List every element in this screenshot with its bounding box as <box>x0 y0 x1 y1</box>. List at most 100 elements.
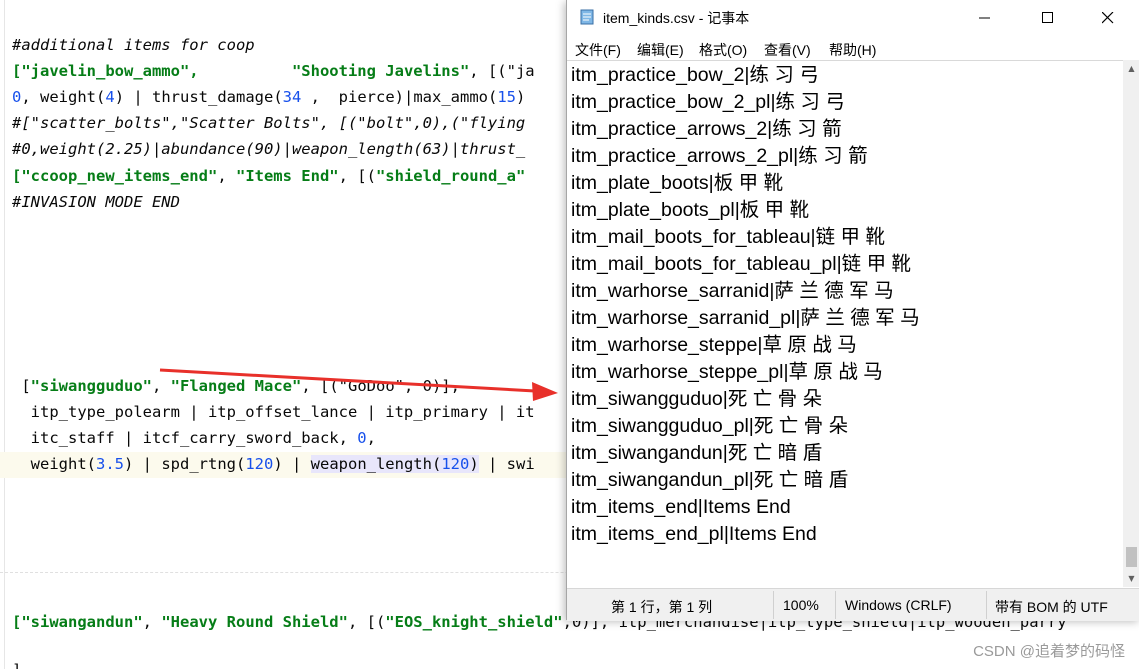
code-text: , [( <box>338 167 376 185</box>
code-string: "Shooting Javelins" <box>291 62 470 80</box>
code-text: ) | thrust_damage( <box>114 88 283 106</box>
code-text: ) | spd_rtng( <box>124 455 246 473</box>
menu-edit[interactable]: 编辑(E) <box>637 40 684 60</box>
text-line: itm_siwangguduo|死 亡 骨 朵 <box>571 388 823 410</box>
cursor-position: 第 1 行，第 1 列 <box>611 599 713 615</box>
selected-text: weapon_length(120) <box>310 455 479 473</box>
code-number: 34 <box>282 88 302 106</box>
code-text: , pierce)|max_ammo( <box>301 88 498 106</box>
code-text: , <box>366 429 376 447</box>
code-line: ["javelin_bow_ammo", "Shooting Javelins"… <box>12 61 535 81</box>
code-string: "Flanged Mace" <box>170 377 302 395</box>
status-divider <box>986 591 987 619</box>
maximize-button[interactable] <box>1025 0 1071 35</box>
code-text: | swi <box>478 455 535 473</box>
text-line: itm_siwangandun|死 亡 暗 盾 <box>571 442 823 464</box>
code-number: 120 <box>441 455 470 473</box>
scroll-thumb[interactable] <box>1126 547 1137 567</box>
code-text: itc_staff | itcf_carry_sword_back, <box>12 429 358 447</box>
code-text: , [("GoDoo", 0)], <box>301 377 460 395</box>
code-comment-line: #0,weight(2.25)|abundance(90)|weapon_len… <box>12 140 526 158</box>
file-encoding: 带有 BOM 的 UTF <box>995 599 1108 615</box>
code-text: , [("ja <box>469 62 535 80</box>
code-comment-line: #INVASION MODE END <box>12 193 180 211</box>
minimize-icon <box>979 17 990 18</box>
code-text: ) <box>469 455 479 473</box>
zoom-level: 100% <box>783 597 819 613</box>
code-number: 120 <box>245 455 274 473</box>
text-line: itm_siwangandun_pl|死 亡 暗 盾 <box>571 469 849 491</box>
gutter-divider <box>4 0 5 669</box>
code-comment-line: #additional items for coop <box>12 36 255 54</box>
code-number: 15 <box>497 88 516 106</box>
code-line: 0, weight(4) | thrust_damage(34 , pierce… <box>12 87 525 107</box>
code-text: , [( <box>347 613 386 631</box>
code-text: , <box>217 167 236 185</box>
menu-view[interactable]: 查看(V) <box>764 40 811 60</box>
code-text: weight( <box>12 455 96 473</box>
text-line: itm_practice_arrows_2_pl|练 习 箭 <box>571 145 868 167</box>
code-text: , weight( <box>21 88 106 106</box>
minimize-button[interactable] <box>962 0 1008 35</box>
text-line: itm_practice_bow_2_pl|练 习 弓 <box>571 91 845 113</box>
menu-help[interactable]: 帮助(H) <box>829 40 876 60</box>
line-ending: Windows (CRLF) <box>845 597 952 613</box>
code-string: "shield_round_a" <box>375 167 526 185</box>
text-line: itm_warhorse_sarranid_pl|萨 兰 德 军 马 <box>571 307 920 329</box>
code-number: 4 <box>105 88 115 106</box>
code-line: ] <box>12 660 21 669</box>
menu-file[interactable]: 文件(F) <box>575 40 621 60</box>
text-line: itm_plate_boots_pl|板 甲 靴 <box>571 199 810 221</box>
text-line: itm_items_end_pl|Items End <box>571 523 817 545</box>
code-string: "EOS_knight_shield" <box>385 613 563 631</box>
status-divider <box>835 591 836 619</box>
text-line: itm_siwangguduo_pl|死 亡 骨 朵 <box>571 415 849 437</box>
code-text: ) <box>515 88 526 106</box>
code-line: ["siwangguduo", "Flanged Mace", [("GoDoo… <box>12 376 460 396</box>
code-number: 3.5 <box>96 455 124 473</box>
text-line: itm_practice_bow_2|练 习 弓 <box>571 64 819 86</box>
code-text: , <box>142 613 162 631</box>
code-line: itc_staff | itcf_carry_sword_back, 0, <box>12 428 376 448</box>
code-text: [ <box>12 377 31 395</box>
notepad-window[interactable]: item_kinds.csv - 记事本 文件(F) 编辑(E) 格式(O) 查… <box>566 0 1139 621</box>
code-text: , <box>152 377 171 395</box>
notepad-icon <box>580 9 594 25</box>
code-text: ) | <box>273 455 311 473</box>
code-string: "Heavy Round Shield" <box>161 613 348 631</box>
text-line: itm_items_end|Items End <box>571 496 791 518</box>
menu-bar: 文件(F) 编辑(E) 格式(O) 查看(V) 帮助(H) <box>567 36 1139 60</box>
code-string: "siwangguduo" <box>30 377 152 395</box>
code-string: ["javelin_bow_ammo", <box>12 62 199 80</box>
text-line: itm_warhorse_steppe|草 原 战 马 <box>571 334 857 356</box>
text-line: itm_warhorse_steppe_pl|草 原 战 马 <box>571 361 883 383</box>
code-text: weapon_length( <box>310 455 442 473</box>
code-string: "Items End" <box>235 167 339 185</box>
status-bar: 第 1 行，第 1 列 100% Windows (CRLF) 带有 BOM 的… <box>567 588 1139 621</box>
text-area[interactable]: itm_practice_bow_2|练 习 弓 itm_practice_bo… <box>567 60 1123 588</box>
watermark: CSDN @追着梦的码怪 <box>973 643 1125 660</box>
status-divider <box>773 591 774 619</box>
maximize-icon <box>1042 11 1053 23</box>
title-bar[interactable]: item_kinds.csv - 记事本 <box>567 0 1139 35</box>
text-line: itm_practice_arrows_2|练 习 箭 <box>571 118 842 140</box>
scroll-up-arrow-icon[interactable]: ▲ <box>1123 60 1139 77</box>
vertical-scrollbar[interactable]: ▲ ▼ <box>1123 60 1139 587</box>
window-title: item_kinds.csv - 记事本 <box>603 10 750 26</box>
code-line: ["ccoop_new_items_end", "Items End", [("… <box>12 166 525 186</box>
code-line: weight(3.5) | spd_rtng(120) | weapon_len… <box>12 454 535 474</box>
close-icon <box>1102 11 1114 23</box>
scroll-down-arrow-icon[interactable]: ▼ <box>1123 570 1139 587</box>
menu-format[interactable]: 格式(O) <box>699 40 747 60</box>
text-line: itm_plate_boots|板 甲 靴 <box>571 172 784 194</box>
code-comment-line: #["scatter_bolts","Scatter Bolts", [("bo… <box>12 114 526 132</box>
text-line: itm_mail_boots_for_tableau|链 甲 靴 <box>571 226 885 248</box>
code-number: 0 <box>12 88 22 106</box>
code-line: itp_type_polearm | itp_offset_lance | it… <box>12 403 535 421</box>
code-string: ["ccoop_new_items_end" <box>12 167 218 185</box>
close-button[interactable] <box>1085 0 1131 35</box>
text-line: itm_warhorse_sarranid|萨 兰 德 军 马 <box>571 280 894 302</box>
code-number: 0 <box>357 429 367 447</box>
code-string: ["siwangandun" <box>12 613 143 631</box>
text-line: itm_mail_boots_for_tableau_pl|链 甲 靴 <box>571 253 911 275</box>
